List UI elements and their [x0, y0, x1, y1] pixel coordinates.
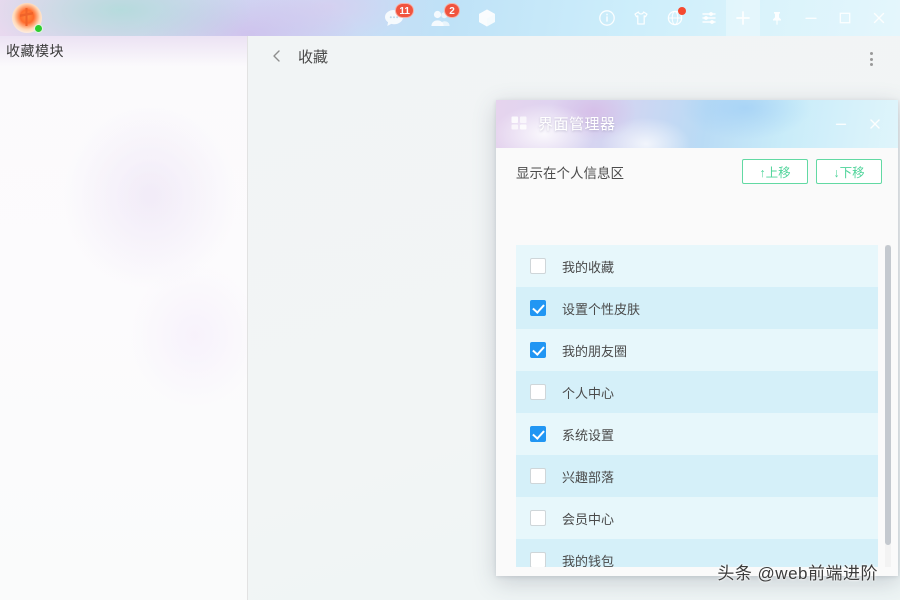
messages-badge: 11 — [395, 3, 414, 18]
dialog-toolbar: 显示在个人信息区 ↑上移 ↓下移 — [496, 148, 898, 196]
list-item-checkbox[interactable] — [530, 384, 546, 400]
dialog-title: 界面管理器 — [538, 116, 616, 133]
list-item[interactable]: 设置个性皮肤 — [516, 287, 878, 329]
main-header: 收藏 — [248, 36, 900, 82]
close-icon[interactable] — [862, 0, 896, 36]
list-item-label: 系统设置 — [562, 427, 615, 443]
watermark-text: 头条 @web前端进阶 — [717, 564, 878, 583]
dialog-window-controls — [824, 100, 892, 148]
list-item-checkbox[interactable] — [530, 552, 546, 567]
list-item-checkbox[interactable] — [530, 342, 546, 358]
list-item-label: 我的钱包 — [562, 553, 615, 568]
list-item-label: 我的收藏 — [562, 259, 615, 275]
module-list[interactable]: 我的收藏设置个性皮肤我的朋友圈个人中心系统设置兴趣部落会员中心我的钱包应用中心 — [516, 245, 878, 567]
sidebar-title: 收藏模块 — [6, 43, 64, 59]
move-up-button[interactable]: ↑上移 — [742, 159, 808, 184]
minimize-icon[interactable] — [794, 0, 828, 36]
titlebar-right-icons — [590, 0, 896, 36]
titlebar-center-icons: 11 2 — [382, 0, 500, 36]
list-item[interactable]: 系统设置 — [516, 413, 878, 455]
back-chevron-icon[interactable] — [270, 49, 284, 63]
dialog-body: 显示在个人信息区 ↑上移 ↓下移 我的收藏设置个性皮肤 我的朋友圈个人中心系统设置… — [496, 148, 898, 576]
dialog-close-icon[interactable] — [858, 100, 892, 148]
info-icon[interactable] — [590, 0, 624, 36]
list-scrollbar-track[interactable] — [885, 245, 891, 567]
list-item-label: 会员中心 — [562, 511, 615, 527]
app-titlebar: 11 2 — [0, 0, 900, 36]
list-item[interactable]: 个人中心 — [516, 371, 878, 413]
maximize-icon[interactable] — [828, 0, 862, 36]
contacts-icon[interactable]: 2 — [428, 3, 460, 31]
settings-sliders-icon[interactable] — [692, 0, 726, 36]
list-item[interactable]: 会员中心 — [516, 497, 878, 539]
list-item-checkbox[interactable] — [530, 510, 546, 526]
list-item[interactable]: 我的收藏 — [516, 245, 878, 287]
list-item-checkbox[interactable] — [530, 426, 546, 442]
globe-notification-dot — [678, 7, 686, 15]
left-sidebar: 收藏模块 — [0, 36, 248, 600]
add-icon[interactable] — [726, 0, 760, 36]
main-header-title: 收藏 — [298, 49, 329, 66]
list-item-checkbox[interactable] — [530, 300, 546, 316]
list-item-label: 设置个性皮肤 — [562, 301, 641, 317]
sidebar-header: 收藏模块 — [0, 36, 247, 66]
avatar[interactable] — [12, 3, 43, 33]
main-panel: 收藏 界面管理器 显示在个人信息区 ↑上移 ↓下移 我的收藏 设置个性皮肤 我的… — [248, 36, 900, 600]
list-item-label: 兴趣部落 — [562, 469, 615, 485]
move-buttons-group: ↑上移 ↓下移 — [742, 159, 882, 184]
list-item-label: 我的朋友圈 — [562, 343, 628, 359]
list-item-checkbox[interactable] — [530, 258, 546, 274]
list-item[interactable]: 我的朋友圈 — [516, 329, 878, 371]
dialog-minimize-icon[interactable] — [824, 100, 858, 148]
list-item-label: 个人中心 — [562, 385, 615, 401]
pin-icon[interactable] — [760, 0, 794, 36]
interface-manager-dialog: 界面管理器 显示在个人信息区 ↑上移 ↓下移 我的收藏 设置个性皮肤 我的朋友圈… — [496, 100, 898, 576]
list-scrollbar-thumb[interactable] — [885, 245, 891, 545]
section-label: 显示在个人信息区 — [516, 166, 624, 181]
tshirt-skin-icon[interactable] — [624, 0, 658, 36]
move-down-button[interactable]: ↓下移 — [816, 159, 882, 184]
dialog-titlebar: 界面管理器 — [496, 100, 898, 148]
cube-icon[interactable] — [474, 5, 500, 31]
more-options-icon[interactable] — [862, 50, 880, 68]
globe-icon[interactable] — [658, 0, 692, 36]
app-window: 11 2 收藏模块 收藏 界面管理器 显示在个人信息区 ↑上移 ↓下移 我的收藏… — [0, 0, 900, 600]
dialog-app-icon — [510, 114, 528, 132]
messages-icon[interactable]: 11 — [382, 3, 414, 31]
list-item[interactable]: 兴趣部落 — [516, 455, 878, 497]
list-item-checkbox[interactable] — [530, 468, 546, 484]
online-status-dot — [34, 24, 43, 33]
contacts-badge: 2 — [444, 3, 460, 18]
app-body: 收藏模块 收藏 界面管理器 显示在个人信息区 ↑上移 ↓下移 我的收藏 设置个性… — [0, 36, 900, 600]
